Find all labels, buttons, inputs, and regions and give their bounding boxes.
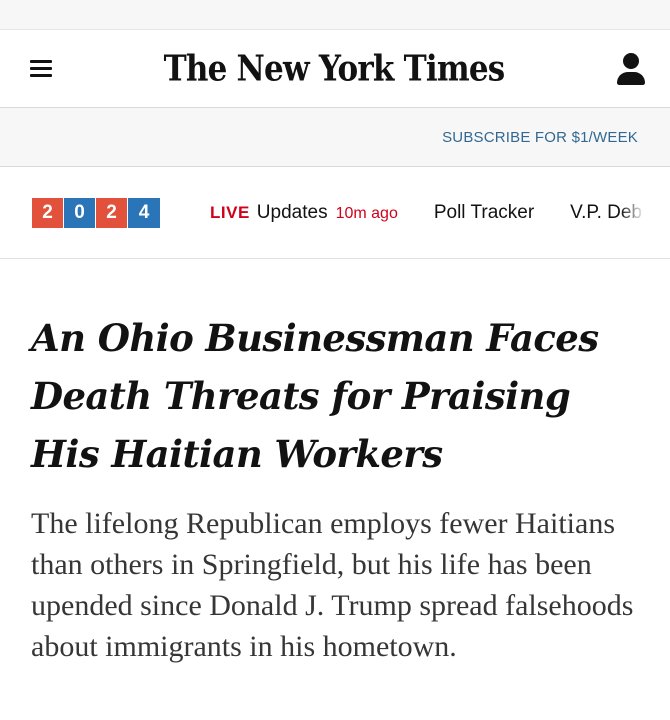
user-account-icon[interactable] — [616, 52, 646, 86]
nyt-logo[interactable]: The New York Times — [164, 48, 506, 89]
masthead: The New York Times — [0, 30, 670, 108]
article-headline[interactable]: An Ohio Businessman Faces Death Threats … — [31, 309, 640, 483]
year-digit: 2 — [32, 197, 64, 228]
year-digit: 0 — [64, 197, 96, 228]
nav-link-vp-debate[interactable]: V.P. Deb — [570, 202, 642, 224]
article-summary: The lifelong Republican employs fewer Ha… — [31, 507, 634, 663]
year-digit: 4 — [128, 197, 160, 228]
live-timestamp: 10m ago — [335, 204, 398, 222]
live-label: LIVE — [210, 202, 250, 222]
year-digit: 2 — [96, 197, 128, 228]
live-updates-link[interactable]: LIVE Updates 10m ago — [210, 202, 398, 224]
subscribe-bar: SUBSCRIBE FOR $1/WEEK — [0, 108, 670, 167]
article: An Ohio Businessman Faces Death Threats … — [0, 259, 670, 667]
nav-link-poll-tracker[interactable]: Poll Tracker — [434, 202, 534, 224]
live-updates-text: Updates — [256, 201, 328, 223]
subscribe-link[interactable]: SUBSCRIBE FOR $1/WEEK — [442, 129, 638, 146]
top-strip — [0, 0, 670, 30]
election-nav-bar: 2 0 2 4 LIVE Updates 10m ago Poll Tracke… — [0, 167, 670, 259]
hamburger-menu-icon[interactable] — [30, 60, 52, 77]
election-2024-badge[interactable]: 2 0 2 4 — [32, 197, 160, 228]
